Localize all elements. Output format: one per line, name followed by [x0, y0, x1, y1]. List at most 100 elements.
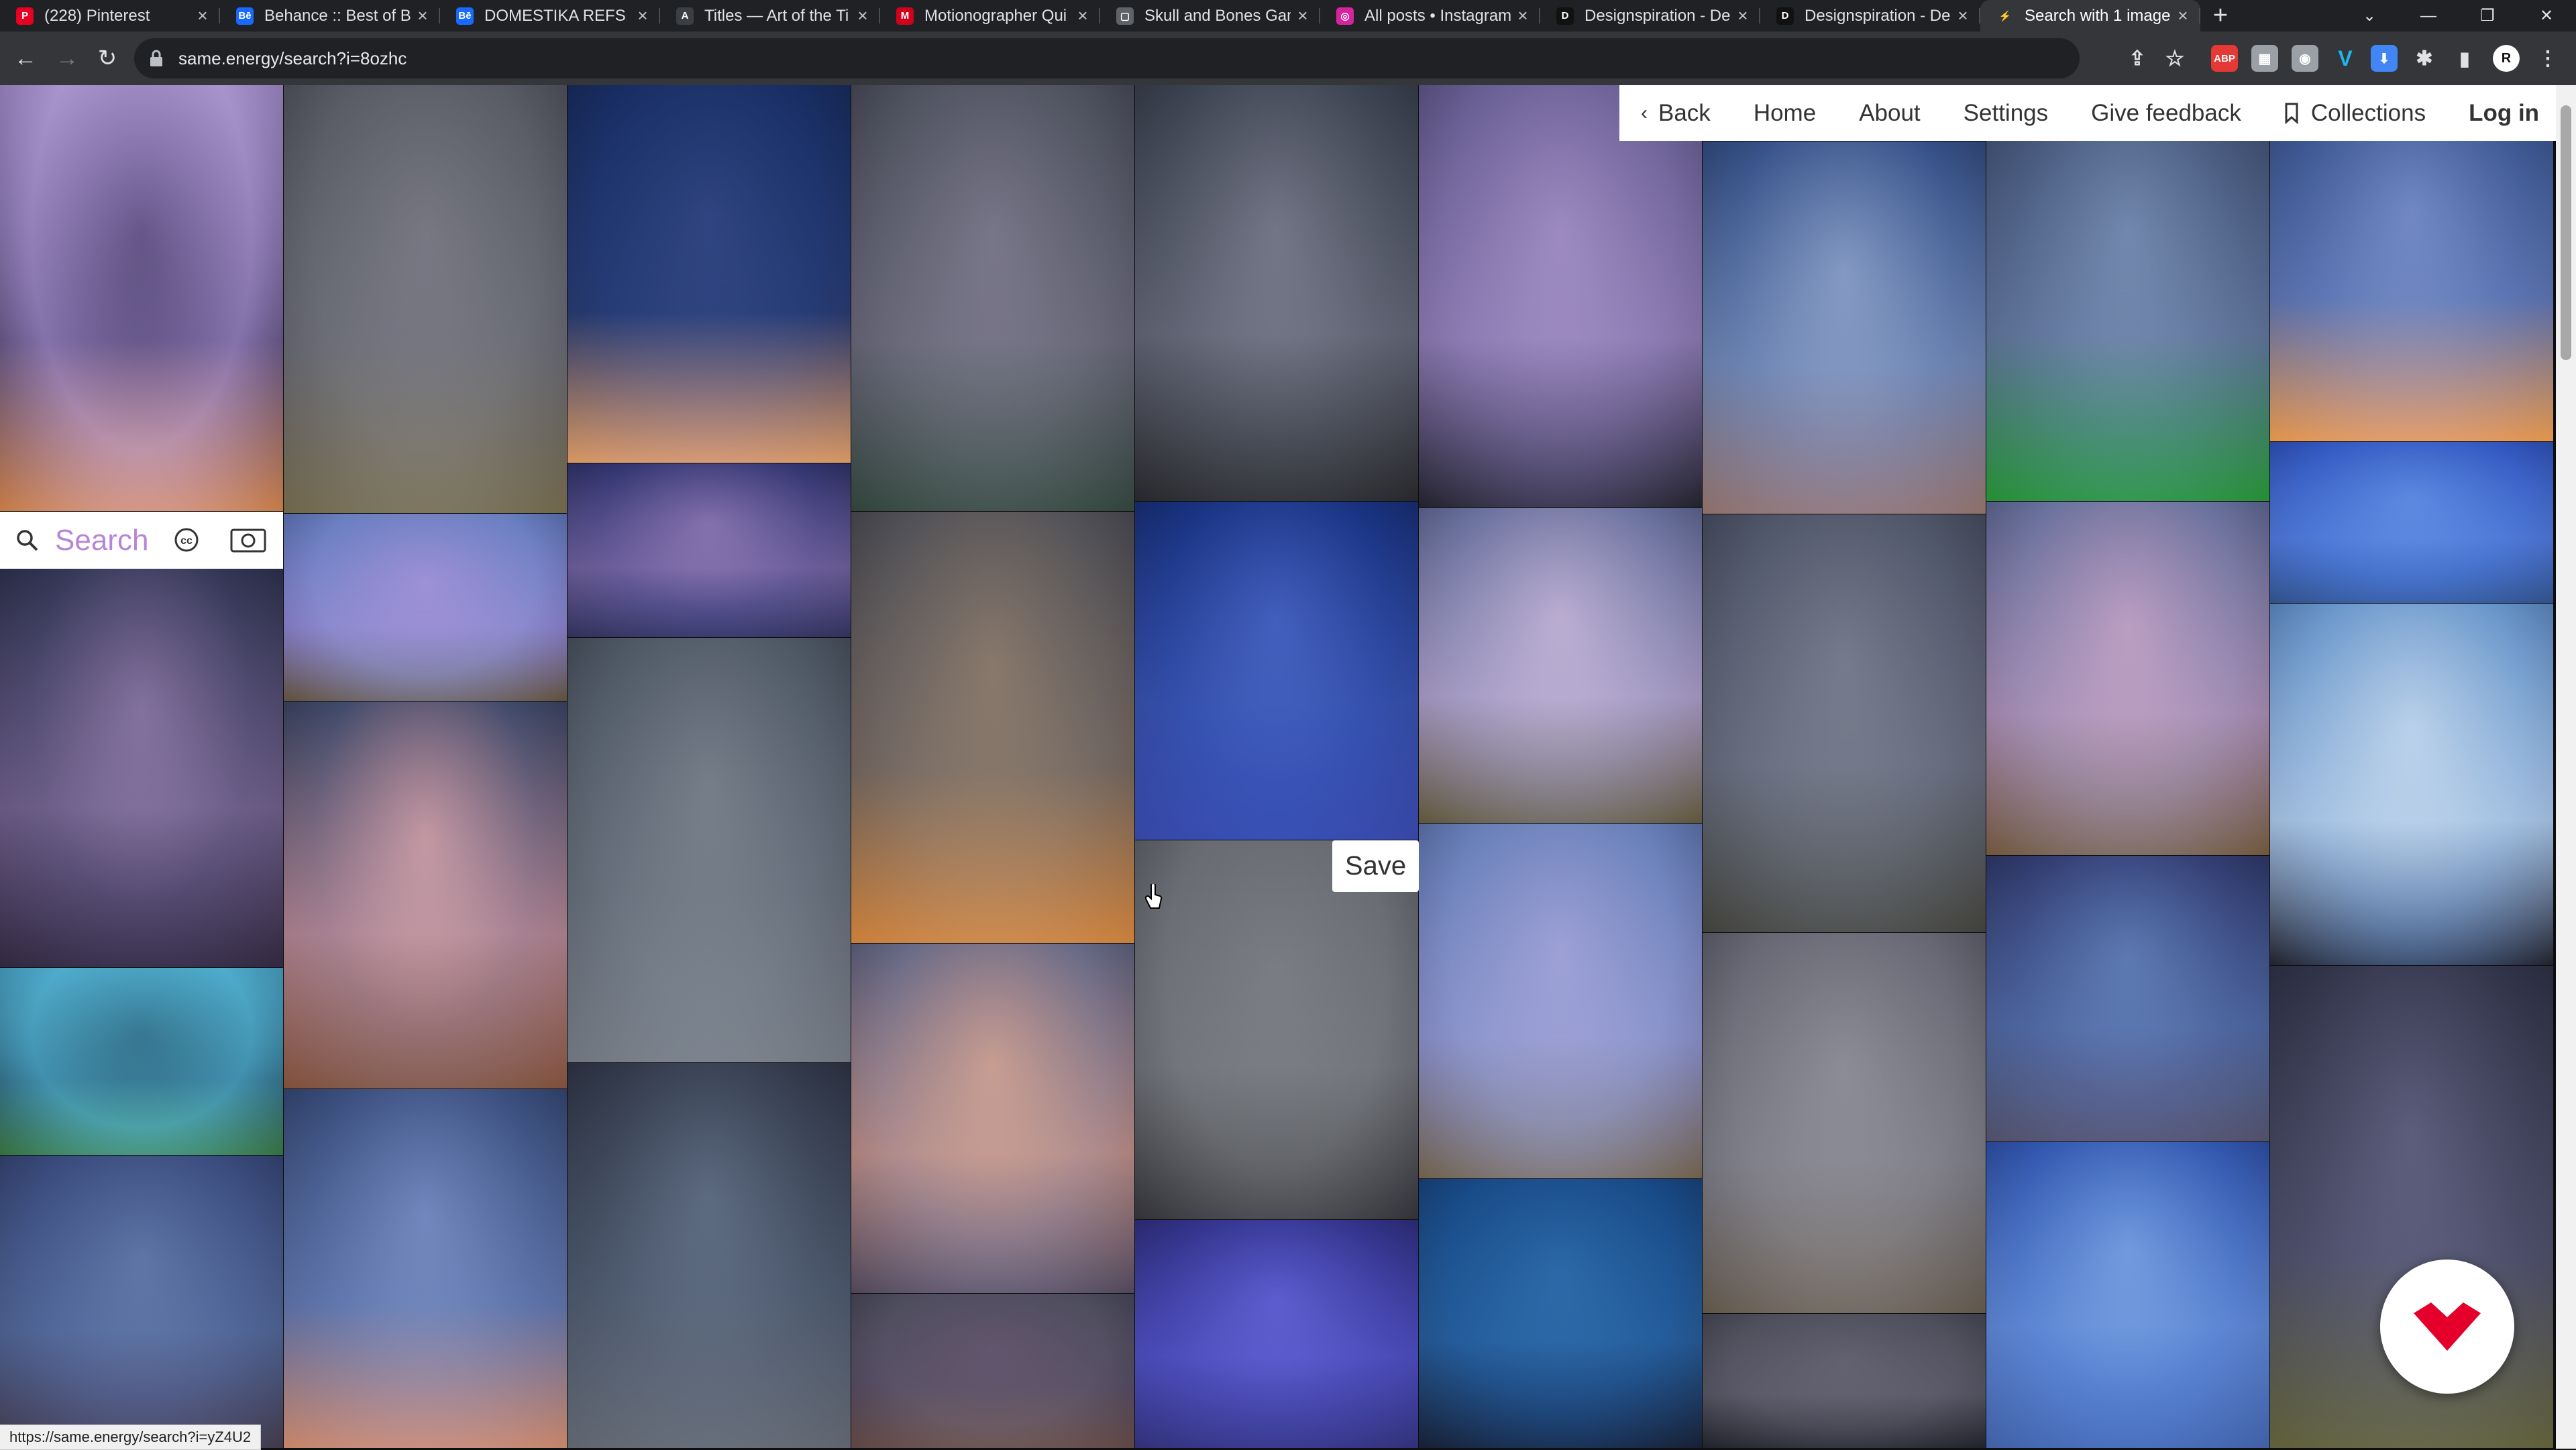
browser-tab[interactable]: ⚡ Search with 1 image × — [1980, 0, 2200, 32]
result-image[interactable] — [284, 702, 567, 1089]
camera-upload-icon[interactable] — [229, 526, 267, 553]
result-image[interactable] — [1135, 840, 1418, 1219]
browser-tab[interactable]: D Designspiration - De × — [1540, 0, 1760, 32]
browser-back-icon[interactable]: ← — [12, 45, 39, 72]
cc-license-icon[interactable]: cc — [173, 526, 200, 553]
share-icon[interactable]: ⇪ — [2124, 45, 2151, 72]
floating-logo-button[interactable] — [2380, 1260, 2514, 1394]
designspiration-icon: D — [1556, 7, 1574, 25]
result-image[interactable] — [0, 1156, 283, 1448]
result-image[interactable] — [568, 463, 851, 637]
adblock-icon[interactable]: ABP — [2211, 45, 2238, 72]
browser-forward-icon[interactable]: → — [54, 45, 80, 72]
close-tab-icon[interactable]: × — [1075, 5, 1091, 26]
scrollbar-thumb[interactable] — [2561, 105, 2571, 360]
menu-icon[interactable]: ⋮ — [2534, 45, 2561, 72]
extensions-puzzle-icon[interactable]: ✱ — [2411, 45, 2438, 72]
new-tab-button[interactable]: + — [2200, 0, 2241, 32]
result-image[interactable] — [1135, 502, 1418, 840]
search-icon[interactable] — [16, 529, 39, 552]
result-image[interactable] — [1419, 1179, 1702, 1448]
profile-avatar[interactable]: R — [2493, 45, 2520, 72]
result-image[interactable] — [1703, 1314, 1986, 1448]
result-image[interactable] — [851, 85, 1134, 511]
search-bar: cc — [0, 512, 283, 569]
browser-tab[interactable]: A Titles — Art of the Ti × — [660, 0, 880, 32]
result-image[interactable] — [284, 85, 567, 513]
url-text: same.energy/search?i=8ozhc — [178, 48, 407, 68]
camera-extension-icon[interactable]: ◉ — [2292, 45, 2318, 72]
result-image[interactable] — [1986, 85, 2269, 501]
close-tab-icon[interactable]: × — [2175, 5, 2191, 26]
close-tab-icon[interactable]: × — [1515, 5, 1531, 26]
page-scrollbar[interactable] — [2556, 85, 2576, 1449]
result-image[interactable] — [568, 1063, 851, 1448]
result-image[interactable] — [851, 1294, 1134, 1448]
result-image[interactable] — [0, 85, 283, 511]
result-image[interactable] — [851, 512, 1134, 943]
vimeo-icon[interactable]: V — [2332, 45, 2359, 72]
browser-tab[interactable]: Bē DOMESTIKA REFS × — [440, 0, 660, 32]
heart-logo-icon — [2414, 1302, 2481, 1351]
svg-text:cc: cc — [180, 535, 193, 547]
tab-search-icon[interactable]: ⌄ — [2340, 0, 2399, 32]
side-panel-icon[interactable]: ▮ — [2451, 45, 2478, 72]
result-image[interactable] — [851, 944, 1134, 1293]
browser-tab[interactable]: ▢ Skull and Bones Gam × — [1100, 0, 1320, 32]
close-tab-icon[interactable]: × — [855, 5, 871, 26]
result-image[interactable] — [1986, 1142, 2269, 1448]
close-tab-icon[interactable]: × — [195, 5, 211, 26]
omnibox[interactable]: same.energy/search?i=8ozhc — [134, 38, 2080, 78]
login-link[interactable]: Log in — [2447, 100, 2561, 127]
bookmark-star-icon[interactable]: ☆ — [2161, 45, 2188, 72]
result-image[interactable] — [1986, 502, 2269, 855]
save-button[interactable]: Save — [1332, 840, 1419, 892]
home-link[interactable]: Home — [1732, 100, 1837, 127]
result-image[interactable] — [0, 569, 283, 967]
close-window-button[interactable]: ✕ — [2517, 0, 2576, 32]
result-image[interactable] — [568, 85, 851, 463]
download-icon[interactable]: ⬇ — [2371, 45, 2398, 72]
result-image[interactable] — [0, 968, 283, 1155]
close-tab-icon[interactable]: × — [1735, 5, 1751, 26]
result-image[interactable] — [1419, 85, 1702, 507]
result-image[interactable] — [1703, 933, 1986, 1313]
designspiration-icon: D — [1776, 7, 1794, 25]
result-image[interactable] — [1419, 824, 1702, 1178]
reload-icon[interactable]: ↻ — [94, 45, 121, 72]
close-tab-icon[interactable]: × — [635, 5, 651, 26]
feedback-link[interactable]: Give feedback — [2070, 100, 2263, 127]
result-image[interactable] — [2270, 604, 2553, 965]
result-image[interactable] — [2270, 442, 2553, 603]
back-link[interactable]: ‹ Back — [1619, 100, 1732, 127]
result-image[interactable] — [1986, 856, 2269, 1141]
extension-icon[interactable]: ▦ — [2251, 45, 2278, 72]
tab-strip: P (228) Pinterest × Bē Behance :: Best of Be… — [0, 0, 2200, 32]
browser-tab[interactable]: P (228) Pinterest × — [0, 0, 220, 32]
result-image[interactable] — [1135, 85, 1418, 501]
close-tab-icon[interactable]: × — [1295, 5, 1311, 26]
instagram-icon: ◎ — [1336, 7, 1354, 25]
search-input[interactable] — [54, 521, 164, 560]
browser-tab[interactable]: ◎ All posts • Instagram × — [1320, 0, 1540, 32]
about-link[interactable]: About — [1837, 100, 1941, 127]
collections-link[interactable]: Collections — [2263, 100, 2447, 127]
browser-tab[interactable]: M Motionographer Qui × — [880, 0, 1100, 32]
result-image[interactable] — [1419, 508, 1702, 823]
restore-button[interactable]: ❐ — [2458, 0, 2517, 32]
close-tab-icon[interactable]: × — [415, 5, 431, 26]
back-label: Back — [1658, 99, 1711, 126]
result-image[interactable] — [568, 638, 851, 1062]
tab-title: Motionographer Qui — [924, 6, 1067, 25]
result-image[interactable] — [1703, 514, 1986, 932]
result-image[interactable] — [1135, 1220, 1418, 1448]
browser-tab[interactable]: Bē Behance :: Best of Be × — [220, 0, 440, 32]
result-image[interactable] — [1703, 142, 1986, 514]
same-energy-icon: ⚡ — [1996, 7, 2014, 25]
result-image[interactable] — [284, 514, 567, 701]
result-image[interactable] — [284, 1089, 567, 1448]
browser-tab[interactable]: D Designspiration - De × — [1760, 0, 1980, 32]
settings-link[interactable]: Settings — [1942, 100, 2070, 127]
minimize-button[interactable]: — — [2399, 0, 2458, 32]
close-tab-icon[interactable]: × — [1955, 5, 1971, 26]
